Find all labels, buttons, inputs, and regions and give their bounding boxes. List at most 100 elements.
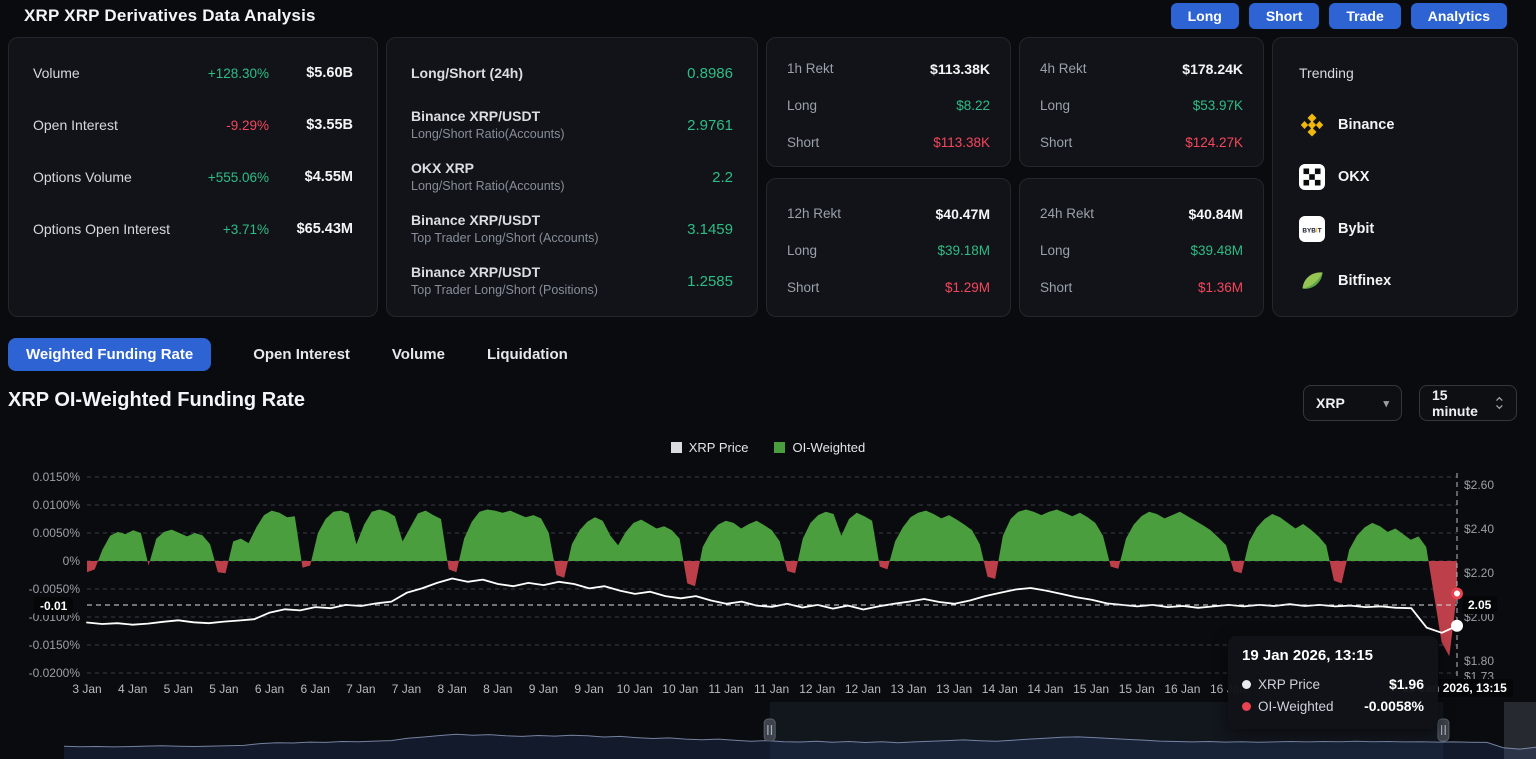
- rekt-title: 1h Rekt: [787, 61, 834, 76]
- crosshair-right-badge: 2.05: [1462, 596, 1498, 614]
- x-axis-tick: 14 Jan: [982, 682, 1018, 696]
- long-button[interactable]: Long: [1170, 3, 1239, 29]
- left-axis-tick: 0%: [63, 554, 81, 568]
- tooltip-series-name: OI-Weighted: [1258, 698, 1334, 714]
- stat-row-options-open-interest: Options Open Interest +3.71% $65.43M: [33, 203, 353, 255]
- rekt-card-4h: 4h Rekt $178.24K Long $53.97K Short $124.27…: [1019, 37, 1264, 167]
- rekt-title: 12h Rekt: [787, 206, 842, 221]
- ratio-subtitle: Top Trader Long/Short (Accounts): [411, 231, 599, 245]
- trending-exchange-name: OKX: [1338, 169, 1370, 185]
- trending-exchange-name: Bitfinex: [1338, 273, 1392, 289]
- stat-change: -9.29%: [226, 117, 269, 133]
- x-axis-tick: 9 Jan: [574, 682, 603, 696]
- trade-button[interactable]: Trade: [1329, 3, 1401, 29]
- rekt-title: 24h Rekt: [1040, 206, 1095, 221]
- rekt-short-label: Short: [1040, 135, 1073, 150]
- trending-item-okx[interactable]: OKX: [1299, 151, 1491, 203]
- analytics-button[interactable]: Analytics: [1410, 3, 1507, 29]
- legend-label: XRP Price: [688, 440, 749, 455]
- rekt-long-value: $53.97K: [1192, 98, 1243, 113]
- x-axis-tick: 7 Jan: [392, 682, 421, 696]
- chart-tooltip: 19 Jan 2026, 13:15 XRP Price $1.96 OI-We…: [1228, 636, 1438, 729]
- interval-select-value: 15 minute: [1432, 387, 1478, 419]
- stat-value: $3.55B: [306, 117, 353, 133]
- x-axis-tick: 8 Jan: [437, 682, 466, 696]
- rekt-long-value: $39.18M: [937, 243, 990, 258]
- right-axis-tick: $2.60: [1464, 478, 1494, 492]
- top-actions: Long Short Trade Analytics: [1170, 3, 1507, 29]
- tab-volume[interactable]: Volume: [392, 346, 445, 363]
- ratio-title: Binance XRP/USDT: [411, 108, 541, 124]
- rekt-card-12h: 12h Rekt $40.47M Long $39.18M Short $1.29M: [766, 178, 1011, 317]
- tab-liquidation[interactable]: Liquidation: [487, 346, 568, 363]
- legend-item-xrp-price[interactable]: XRP Price: [670, 440, 749, 455]
- svg-text:BYBIT: BYBIT: [1302, 227, 1321, 234]
- rekt-card-1h: 1h Rekt $113.38K Long $8.22 Short $113.38K: [766, 37, 1011, 167]
- x-axis-tick: 15 Jan: [1073, 682, 1109, 696]
- tab-weighted-funding-rate[interactable]: Weighted Funding Rate: [8, 337, 212, 371]
- trending-card: Trending Binance OKX BYBIT Bybit Bitfine…: [1272, 37, 1518, 317]
- left-axis-tick: 0.0050%: [33, 526, 81, 540]
- tooltip-series-value: -0.0058%: [1364, 698, 1424, 714]
- top-bar: XRP XRP Derivatives Data Analysis Long S…: [0, 0, 1536, 30]
- rekt-short-label: Short: [787, 280, 820, 295]
- rekt-short-value: $1.36M: [1197, 280, 1243, 295]
- chart-legend: XRP Price OI-Weighted: [0, 440, 1536, 455]
- chart-tabs: Weighted Funding Rate Open Interest Volu…: [8, 337, 568, 371]
- x-axis-tick: 8 Jan: [483, 682, 512, 696]
- funding-area-positive: [87, 509, 1457, 561]
- trending-item-bybit[interactable]: BYBIT Bybit: [1299, 203, 1491, 255]
- rekt-long-value: $8.22: [956, 98, 990, 113]
- trending-item-bitfinex[interactable]: Bitfinex: [1299, 255, 1491, 307]
- short-button[interactable]: Short: [1248, 3, 1320, 29]
- x-axis-tick: 13 Jan: [891, 682, 927, 696]
- x-axis-tick: 10 Jan: [662, 682, 698, 696]
- right-axis-tick: $2.40: [1464, 522, 1494, 536]
- crosshair-left-badge: -0.01: [34, 597, 74, 615]
- x-axis-tick: 16 Jan: [1164, 682, 1200, 696]
- unfold-more-icon: [1496, 396, 1504, 410]
- left-axis-tick: -0.0200%: [29, 666, 81, 680]
- rekt-total: $40.47M: [935, 205, 990, 222]
- x-axis-tick: 4 Jan: [118, 682, 147, 696]
- stat-value: $5.60B: [306, 65, 353, 81]
- legend-item-oi-weighted[interactable]: OI-Weighted: [774, 440, 865, 455]
- rekt-long-label: Long: [787, 98, 818, 113]
- xrp-price-swatch: [670, 442, 682, 453]
- okx-icon: [1299, 164, 1325, 190]
- xrp-price-line: [86, 577, 1458, 634]
- ratio-row: Long/Short (24h) 0.8986: [411, 47, 733, 99]
- navigator-handle-left[interactable]: [763, 718, 776, 742]
- bitfinex-icon: [1302, 272, 1323, 289]
- oi-weighted-bullet-icon: [1242, 701, 1251, 711]
- ratio-row: OKX XRP Long/Short Ratio(Accounts) 2.2: [411, 151, 733, 203]
- section-title: XRP OI-Weighted Funding Rate: [8, 389, 306, 411]
- ratio-title: Long/Short (24h): [411, 64, 523, 81]
- bybit-icon: BYBIT: [1299, 216, 1325, 242]
- stat-label: Volume: [33, 65, 80, 81]
- rekt-short-label: Short: [1040, 280, 1073, 295]
- oi-weighted-swatch: [774, 442, 786, 453]
- ratio-title: Binance XRP/USDT: [411, 264, 541, 280]
- ratio-value: 2.9761: [687, 116, 733, 134]
- right-axis-tick: $2.20: [1464, 566, 1494, 580]
- tab-open-interest[interactable]: Open Interest: [253, 346, 350, 363]
- left-axis-tick: 0.0100%: [33, 498, 81, 512]
- rekt-long-label: Long: [1040, 98, 1071, 113]
- x-axis-tick: 10 Jan: [617, 682, 653, 696]
- stat-change: +3.71%: [222, 221, 269, 237]
- interval-select[interactable]: 15 minute: [1419, 385, 1517, 421]
- tooltip-series-name: XRP Price: [1258, 676, 1321, 692]
- stat-row-open-interest: Open Interest -9.29% $3.55B: [33, 99, 353, 151]
- x-axis-tick: 12 Jan: [799, 682, 835, 696]
- stat-value: $4.55M: [304, 169, 353, 185]
- left-axis-tick: -0.0050%: [29, 582, 81, 596]
- symbol-select-value: XRP: [1316, 395, 1345, 411]
- x-axis-tick: 14 Jan: [1027, 682, 1063, 696]
- tooltip-row-oi-weighted: OI-Weighted -0.0058%: [1242, 695, 1424, 717]
- symbol-select[interactable]: XRP ▾: [1303, 385, 1402, 421]
- navigator-handle-right[interactable]: [1437, 718, 1450, 742]
- trending-item-binance[interactable]: Binance: [1299, 99, 1491, 151]
- x-axis-tick: 12 Jan: [845, 682, 881, 696]
- x-axis-tick: 15 Jan: [1119, 682, 1155, 696]
